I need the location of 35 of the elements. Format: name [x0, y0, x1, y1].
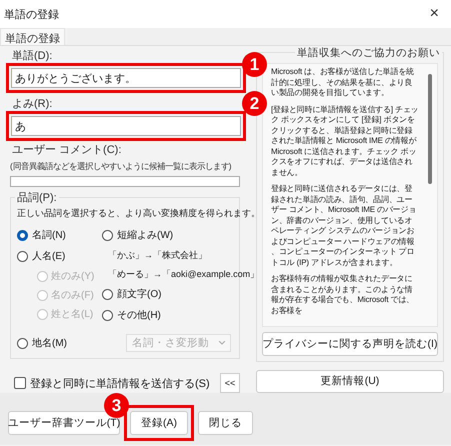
example-text: 「めーる」→「aoki@example.com」: [108, 268, 260, 280]
privacy-button[interactable]: プライバシーに関する声明を読む(I): [262, 332, 438, 356]
number-badge: 1: [242, 52, 267, 77]
close-button[interactable]: ×: [424, 5, 445, 23]
radio-option[interactable]: 名詞(N): [17, 228, 66, 242]
window-title: 単語の登録: [4, 8, 59, 22]
field-label: ユーザー コメント(C):: [12, 144, 122, 157]
description-text: 正しい品詞を選択すると、より高い変換精度を得られます。: [17, 208, 260, 220]
paragraph: [登録と同時に単語情報を送信する] チェック ボックスをオンにして [登録] ボタンをクリックすると、単語登録と同時に登録された単語情報と Microsoft IME の情報が Microsoft に送信されます。チェック ボックスをオフにすれば、データは送信されません。: [271, 104, 419, 178]
dialog-button[interactable]: 閉じる: [198, 411, 253, 435]
paragraph: Microsoft は、お客様が送信した単語を統計的に処理し、その結果を基に、より良い製品の開発を目指しています。: [271, 67, 416, 98]
checkbox[interactable]: 登録と同時に単語情報を送信する(S): [14, 376, 210, 390]
panel-title: 単語収集へのご協力のお願い: [295, 46, 442, 60]
radio-option[interactable]: 顔文字(O): [102, 287, 162, 301]
group-label: 品詞(P):: [15, 190, 59, 205]
dialog-button[interactable]: ユーザー辞書ツール(T): [8, 411, 120, 435]
collapse-button[interactable]: <<: [220, 373, 240, 393]
radio-option[interactable]: 短縮よみ(W): [102, 228, 174, 242]
paragraph: 登録と同時に送信されるデータには、登録された単語の読み、語句、品詞、ユーザー コメント、Microsoft IME のバージョン、辞書のバージョン、使用しているオペレーティング システムのバージョンおよびコンピューター ハードウェアの情報、コンピューターのインターネット プロトコル (IP) アドレスが含まれます。: [271, 184, 418, 268]
radio-option[interactable]: 地名(M): [17, 336, 67, 350]
example-text: 「かぶ」→「株式会社」: [108, 249, 207, 261]
chevron-down-icon: [219, 341, 225, 345]
radio-option[interactable]: 人名(E): [17, 249, 66, 263]
field-label: 単語(D):: [12, 50, 54, 63]
update-button[interactable]: 更新情報(U): [256, 370, 444, 393]
field-label: よみ(R):: [12, 98, 54, 111]
radio-option[interactable]: その他(H): [102, 308, 161, 322]
hint-text: (同音異義語などを選択しやすいように候補一覧に表示します): [10, 161, 233, 172]
scrollbar[interactable]: [428, 74, 432, 184]
text-field[interactable]: ありがとうございます。: [11, 68, 241, 88]
tab[interactable]: 単語の登録: [0, 28, 65, 45]
paragraph: お客様特有の情報が収集されたデータに含まれることがあります。このような情報が存在する場合でも、Microsoft では、お客様を: [271, 274, 416, 316]
dialog-button[interactable]: 登録(A): [130, 411, 188, 435]
text-field[interactable]: あ: [11, 116, 241, 136]
comment-field[interactable]: [10, 176, 240, 187]
